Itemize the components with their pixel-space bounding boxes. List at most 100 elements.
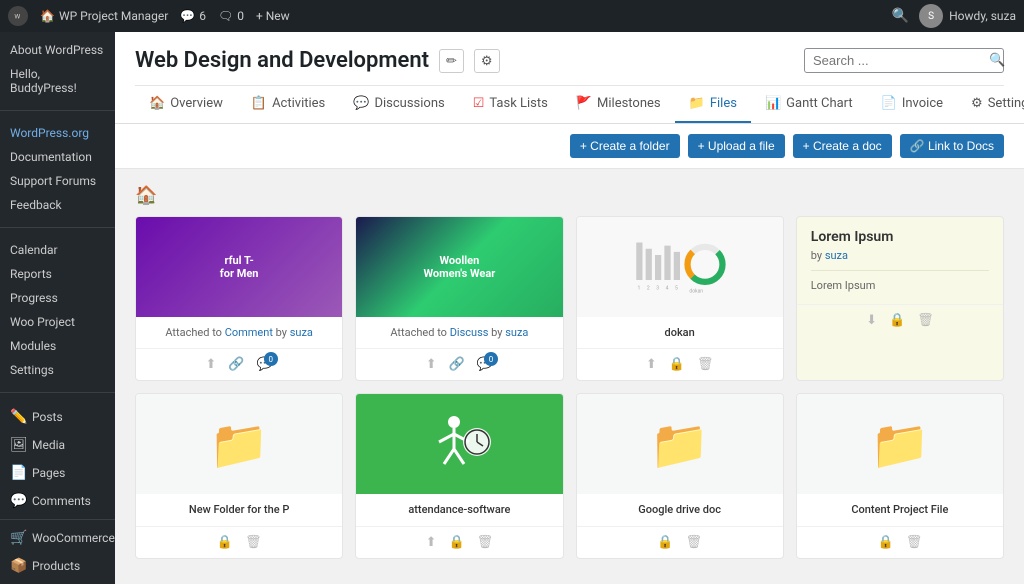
create-doc-button[interactable]: + Create a doc	[793, 134, 892, 158]
admin-bar-search-icon[interactable]: 🔍	[892, 8, 909, 24]
admin-bar-comments[interactable]: 💬 6	[180, 9, 206, 23]
delete-icon-6[interactable]: 🗑	[477, 535, 494, 550]
svg-text:dokan: dokan	[689, 288, 703, 294]
create-folder-button[interactable]: + Create a folder	[570, 134, 680, 158]
link-icon-2[interactable]: 🔗	[449, 357, 465, 372]
files-area: 🏠 rful T-for Men Attached to Comment by …	[115, 169, 1024, 569]
file-card-attendance[interactable]: attendance-software ⬆ 🔒 🗑	[355, 393, 563, 558]
file-card-lorem[interactable]: Lorem Ipsum by suza Lorem Ipsum ⬇ 🔒 🗑	[796, 216, 1004, 381]
message-icon: 🗨	[218, 9, 233, 23]
tab-settings[interactable]: ⚙ Settings	[957, 86, 1024, 123]
move-icon-6[interactable]: ⬆	[426, 535, 437, 550]
file-lorem-actions: ⬇ 🔒 🗑	[797, 304, 1003, 336]
tab-activities[interactable]: 📋 Activities	[237, 86, 339, 123]
comment-icon-2[interactable]: 💬 0	[477, 357, 493, 372]
sidebar-item-posts[interactable]: ✏️ Posts	[0, 403, 115, 431]
woollen-attach-info: Attached to Discuss by suza	[366, 325, 552, 340]
sidebar-item-woo-project[interactable]: Woo Project	[0, 310, 115, 334]
sidebar-item-documentation[interactable]: Documentation	[0, 145, 115, 169]
file-card-new-folder[interactable]: 📁 New Folder for the P 🔒 🗑	[135, 393, 343, 558]
woollen-by-link[interactable]: suza	[505, 326, 528, 339]
file-attendance-actions: ⬆ 🔒 🗑	[356, 526, 562, 558]
sidebar-item-support-forums[interactable]: Support Forums	[0, 169, 115, 193]
file-card-content-project[interactable]: 📁 Content Project File 🔒 🗑	[796, 393, 1004, 558]
admin-bar-messages[interactable]: 🗨 0	[218, 9, 244, 23]
discussions-tab-icon: 💬	[353, 96, 369, 111]
file-dokan-preview: 1 2 3 4 5 dokan	[577, 217, 783, 317]
svg-text:W: W	[14, 12, 20, 20]
delete-icon-4[interactable]: 🗑	[917, 313, 934, 328]
comment-badge-2: 0	[484, 352, 498, 366]
delete-icon-8[interactable]: 🗑	[906, 535, 923, 550]
tab-task-lists-label: Task Lists	[489, 96, 547, 111]
file-card-google-drive[interactable]: 📁 Google drive doc 🔒 🗑	[576, 393, 784, 558]
sidebar-pages-label: Pages	[32, 466, 65, 480]
svg-text:1: 1	[637, 285, 640, 291]
activities-tab-icon: 📋	[251, 96, 267, 111]
tabs-bar: 🏠 Overview 📋 Activities 💬 Discussions ☑ …	[135, 85, 1004, 123]
sidebar-item-pages[interactable]: 📄 Pages	[0, 459, 115, 487]
sidebar-item-woocommerce[interactable]: 🛒 WooCommerce	[0, 524, 115, 552]
tab-files[interactable]: 📁 Files	[675, 86, 751, 123]
lock-icon-6[interactable]: 🔒	[448, 535, 464, 550]
link-to-docs-button[interactable]: 🔗 Link to Docs	[900, 134, 1004, 158]
avatar: S	[919, 4, 943, 28]
delete-icon-3[interactable]: 🗑	[697, 357, 714, 372]
admin-bar-new[interactable]: + New	[256, 9, 290, 23]
link-icon[interactable]: 🔗	[228, 357, 244, 372]
tab-milestones[interactable]: 🚩 Milestones	[562, 86, 675, 123]
admin-bar-site[interactable]: 🏠 WP Project Manager	[40, 9, 168, 23]
sidebar-item-calendar[interactable]: Calendar	[0, 238, 115, 262]
move-icon-2[interactable]: ⬆	[426, 357, 437, 372]
admin-bar: W 🏠 WP Project Manager 💬 6 🗨 0 + New 🔍 S…	[0, 0, 1024, 32]
sidebar-item-modules[interactable]: Modules	[0, 334, 115, 358]
admin-bar-user[interactable]: S Howdy, suza	[919, 4, 1016, 28]
file-woollen-actions: ⬆ 🔗 💬 0	[356, 348, 562, 380]
tab-overview[interactable]: 🏠 Overview	[135, 86, 237, 123]
sidebar-item-progress[interactable]: Progress	[0, 286, 115, 310]
lock-icon-5[interactable]: 🔒	[217, 535, 233, 550]
settings-tab-icon: ⚙	[971, 96, 983, 111]
woollen-discuss-link[interactable]: Discuss	[450, 326, 489, 339]
tshirt-by-link[interactable]: suza	[290, 326, 313, 339]
svg-text:4: 4	[665, 285, 668, 291]
file-card-dokan[interactable]: 1 2 3 4 5 dokan dokan ⬆	[576, 216, 784, 381]
upload-file-button[interactable]: + Upload a file	[688, 134, 785, 158]
home-breadcrumb-icon[interactable]: 🏠	[135, 185, 157, 206]
tab-gantt[interactable]: 📊 Gantt Chart	[751, 86, 867, 123]
lock-icon-4[interactable]: 🔒	[889, 313, 905, 328]
sidebar-item-comments[interactable]: 💬 Comments	[0, 487, 115, 515]
sidebar-item-hello-buddypress[interactable]: Hello, BuddyPress!	[0, 62, 115, 100]
sidebar-item-media[interactable]: 🖼 Media	[0, 431, 115, 459]
search-input[interactable]	[813, 53, 989, 68]
lock-icon-3[interactable]: 🔒	[669, 357, 685, 372]
delete-icon-5[interactable]: 🗑	[245, 535, 262, 550]
sidebar-item-feedback[interactable]: Feedback	[0, 193, 115, 217]
project-edit-button[interactable]: ✏	[439, 49, 464, 73]
sidebar-item-settings-proj[interactable]: Settings	[0, 358, 115, 382]
google-drive-filename: Google drive doc	[587, 502, 773, 517]
sidebar-item-products[interactable]: 📦 Products	[0, 552, 115, 580]
sidebar-item-about-wordpress[interactable]: About WordPress	[0, 38, 115, 62]
tab-task-lists[interactable]: ☑ Task Lists	[459, 86, 562, 123]
file-card-tshirt[interactable]: rful T-for Men Attached to Comment by su…	[135, 216, 343, 381]
project-search-box[interactable]: 🔍	[804, 48, 1004, 73]
comment-icon[interactable]: 💬 0	[257, 357, 273, 372]
file-folder-actions: 🔒 🗑	[136, 526, 342, 558]
tab-invoice[interactable]: 📄 Invoice	[867, 86, 957, 123]
sidebar: About WordPress Hello, BuddyPress! WordP…	[0, 32, 115, 584]
tshirt-comment-link[interactable]: Comment	[225, 326, 273, 339]
sidebar-item-reports[interactable]: Reports	[0, 262, 115, 286]
move-icon-3[interactable]: ⬆	[646, 357, 657, 372]
lock-icon-7[interactable]: 🔒	[657, 535, 673, 550]
tab-discussions[interactable]: 💬 Discussions	[339, 86, 458, 123]
wp-icon-item[interactable]: W	[8, 6, 28, 26]
lorem-by: by suza	[797, 249, 1003, 270]
download-icon-4[interactable]: ⬇	[866, 313, 877, 328]
delete-icon-7[interactable]: 🗑	[685, 535, 702, 550]
move-icon[interactable]: ⬆	[205, 357, 216, 372]
lock-icon-8[interactable]: 🔒	[878, 535, 894, 550]
file-card-woollen[interactable]: WoollenWomen's Wear Attached to Discuss …	[355, 216, 563, 381]
sidebar-item-wordpress-org[interactable]: WordPress.org	[0, 121, 115, 145]
project-settings-button[interactable]: ⚙	[474, 49, 500, 73]
